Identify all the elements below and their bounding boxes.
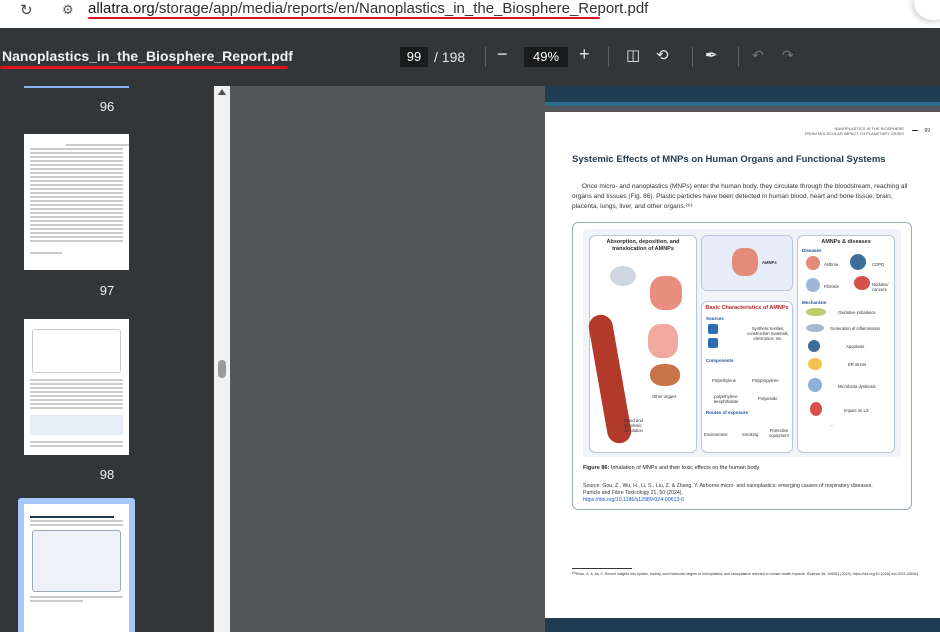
figure-illustration: Absorption, deposition, and translocatio…	[583, 229, 901, 457]
page-accent-stripe	[545, 102, 940, 106]
electronics-icon	[708, 338, 718, 348]
page-thumbnail[interactable]	[24, 86, 129, 88]
apoptosis-icon	[808, 340, 820, 352]
figure-column-absorption: Absorption, deposition, and translocatio…	[586, 235, 697, 453]
thumbnail-figure	[32, 530, 121, 592]
figure-column-characteristics: Basic Characteristics of AMNPs Sources S…	[701, 301, 793, 453]
figure-caption: Figure 86: Inhalation of MNPs and their …	[583, 465, 760, 471]
scrollbar-thumb[interactable]	[218, 360, 226, 378]
figure-column-diseases: AMNPs & diseases Diseases Asthma COPD Fi…	[797, 235, 895, 453]
oxidative-icon	[806, 308, 826, 316]
thumbnail-label: 96	[99, 99, 115, 114]
lungs-icon	[650, 276, 682, 310]
url-host: allatra.org	[88, 0, 155, 17]
section-title: Systemic Effects of MNPs on Human Organs…	[572, 154, 886, 165]
pdf-viewer[interactable]: NANOPLASTICS IN THE BIOSPHERE FROM MOLEC…	[230, 86, 940, 632]
er-stress-icon	[808, 358, 822, 370]
thumbnail-diagram	[32, 329, 121, 373]
profile-avatar[interactable]	[914, 0, 940, 20]
textile-icon	[708, 324, 718, 334]
undo-icon[interactable]: ↶	[752, 47, 764, 64]
toolbar-divider	[738, 47, 739, 67]
zoom-out-button[interactable]: −	[497, 44, 508, 65]
intestine-icon	[648, 324, 678, 358]
url-path: /storage/app/media/reports/en/Nanoplasti…	[154, 0, 649, 17]
running-header: NANOPLASTICS IN THE BIOSPHERE FROM MOLEC…	[804, 126, 904, 136]
address-bar: ↻ ⚙ allatra.org/storage/app/media/report…	[0, 0, 940, 28]
fit-page-icon[interactable]: ◫	[626, 46, 640, 64]
page-thumbnail[interactable]	[24, 319, 129, 455]
url-field[interactable]: allatra.org/storage/app/media/reports/en…	[88, 0, 648, 17]
toolbar-divider	[485, 47, 486, 67]
footnote: ²⁶³Khan, A. & Jia, Z. Recent insights in…	[572, 572, 919, 576]
thumbnail-label: 98	[99, 467, 115, 482]
footnote-rule	[572, 568, 632, 569]
inflammation-icon	[806, 324, 824, 332]
toolbar-divider	[608, 47, 609, 67]
figure-source: Source: Gou, Z., Wu, H., Li, S., Liu, Z.…	[583, 483, 883, 504]
doi-link[interactable]: https://doi.org/10.1186/s12989-024-00613…	[583, 497, 883, 504]
microbiota-icon	[808, 378, 822, 392]
fibrosis-icon	[806, 278, 820, 292]
next-page-top-edge	[545, 618, 940, 632]
page-thumbnail-current[interactable]	[24, 504, 129, 632]
total-pages: / 198	[434, 49, 466, 65]
pdf-page: NANOPLASTICS IN THE BIOSPHERE FROM MOLEC…	[545, 112, 940, 618]
lungs-icon	[732, 248, 758, 276]
nodules-icon	[854, 276, 870, 290]
liver-icon	[650, 364, 680, 386]
page-number: 99	[924, 128, 930, 134]
asthma-icon	[806, 256, 820, 270]
url-annotation-underline	[88, 17, 600, 19]
body-paragraph: Once micro- and nanoplastics (MNPs) ente…	[572, 183, 908, 210]
zoom-in-button[interactable]: +	[579, 44, 590, 65]
reload-icon[interactable]: ↻	[20, 1, 33, 19]
scroll-up-arrow-icon[interactable]	[218, 89, 226, 95]
page-number-input[interactable]: 99	[400, 47, 428, 67]
figure-86: Absorption, deposition, and translocatio…	[572, 222, 912, 510]
site-info-icon[interactable]: ⚙	[62, 2, 74, 18]
thumbnail-label: 97	[99, 283, 115, 298]
thumbnail-quote-box	[30, 415, 123, 435]
running-header-rule	[912, 130, 918, 131]
impact-ls-icon	[810, 402, 822, 416]
figure-amnps-panel: AMNPs	[701, 235, 793, 291]
particle-cloud-icon	[610, 266, 636, 286]
zoom-level-input[interactable]: 49%	[524, 47, 568, 67]
page-thumbnail[interactable]	[24, 134, 129, 270]
annotate-pen-icon[interactable]: ✒	[705, 46, 718, 64]
title-annotation-underline	[0, 66, 288, 69]
pdf-toolbar: Nanoplastics_in_the_Biosphere_Report.pdf…	[0, 28, 940, 86]
rotate-icon[interactable]: ⟲	[656, 46, 669, 64]
document-title: Nanoplastics_in_the_Biosphere_Report.pdf	[2, 48, 293, 64]
sidebar-scrollbar[interactable]	[214, 86, 230, 632]
copd-icon	[850, 254, 866, 270]
redo-icon[interactable]: ↷	[782, 47, 794, 64]
toolbar-divider	[692, 47, 693, 67]
thumbnail-sidebar: 96 97 98	[0, 86, 214, 632]
